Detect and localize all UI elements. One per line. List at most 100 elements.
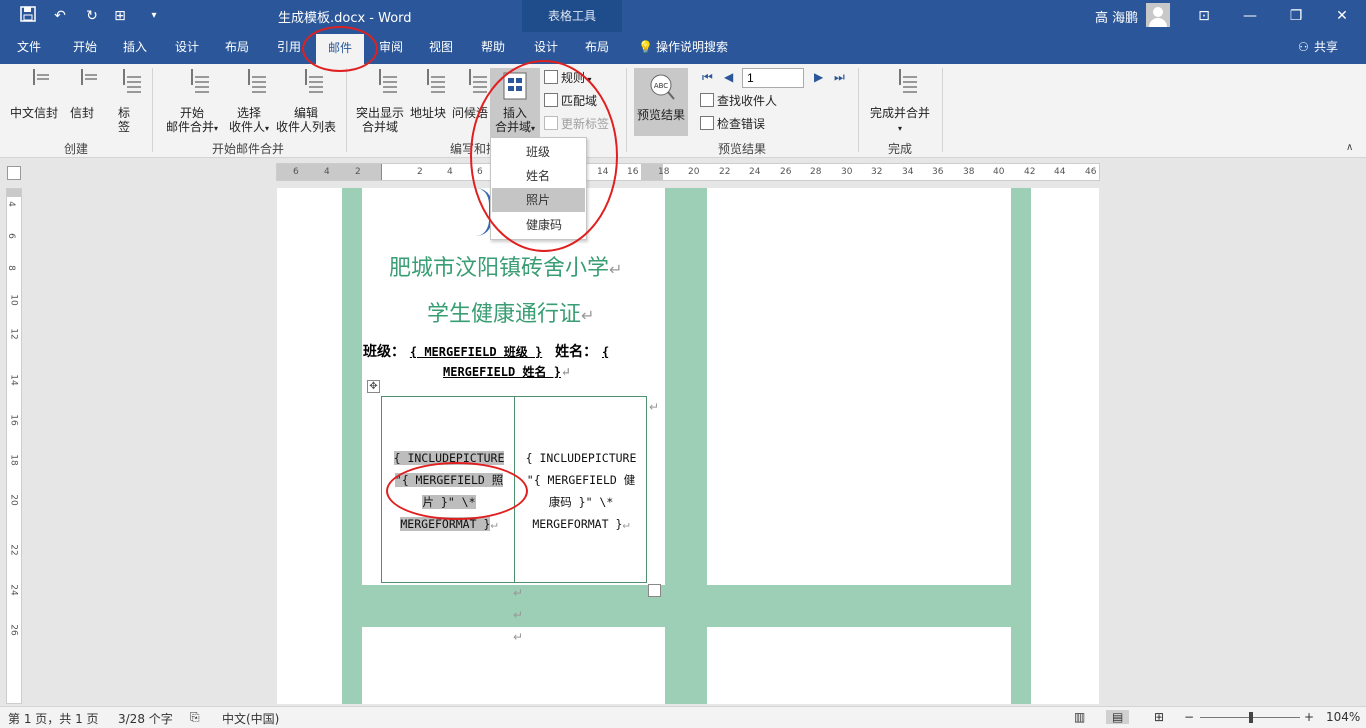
zoom-level[interactable]: 104% (1326, 710, 1360, 724)
zoom-slider-thumb[interactable] (1248, 712, 1253, 723)
match-fields-button[interactable]: 匹配域 (544, 91, 597, 111)
table-insert-icon[interactable]: ⊞ (110, 6, 130, 26)
web-layout-icon[interactable]: ⊞ (1154, 710, 1164, 724)
cn-envelope-button[interactable]: 中文信封 (6, 69, 62, 120)
menu-item-photo[interactable]: 照片 (492, 188, 585, 212)
end-of-row-mark: ↵ (649, 400, 660, 414)
ribbon: 中文信封 信封 标签 创建 开始 邮件合并▾ 选择 收件人▾ 编辑 收件人列表 … (0, 64, 1366, 158)
tab-help[interactable]: 帮助 (470, 32, 516, 64)
field-code-line: { INCLUDEPICTURE (393, 451, 505, 465)
undo-icon[interactable]: ↶ (50, 6, 70, 26)
highlight-merge-fields-button[interactable]: 突出显示 合并域 (354, 69, 406, 134)
customize-qat-icon[interactable]: ▾ (144, 6, 164, 26)
user-name[interactable]: 高 海鹏 (1095, 7, 1138, 26)
menu-item-health-code[interactable]: 健康码 (492, 213, 585, 237)
preview-results-button[interactable]: ABC 预览结果 (634, 68, 688, 136)
tab-layout[interactable]: 布局 (214, 32, 260, 64)
class-merge-field[interactable]: { MERGEFIELD 班级 } (410, 345, 542, 359)
avatar[interactable] (1146, 3, 1170, 27)
tab-review[interactable]: 审阅 (368, 32, 414, 64)
start-mail-merge-button[interactable]: 开始 邮件合并▾ (160, 69, 224, 136)
finish-merge-button[interactable]: 完成并合并 ▾ (866, 69, 934, 136)
tab-table-design[interactable]: 设计 (522, 32, 570, 64)
proofing-icon[interactable]: ⎘ (190, 710, 200, 725)
tab-mailings[interactable]: 邮件 (316, 34, 364, 64)
tab-design[interactable]: 设计 (164, 32, 210, 64)
title-bar: ↶ ↻ ⊞ ▾ 生成模板.docx - Word 表格工具 高 海鹏 ⊡ — ❐… (0, 0, 1366, 64)
ruler-number: 44 (1054, 167, 1066, 177)
record-number-input[interactable] (742, 68, 804, 88)
restore-button[interactable]: ❐ (1273, 0, 1319, 32)
paragraph-mark: ↵ (622, 517, 630, 531)
page-count[interactable]: 第 1 页，共 1 页 (8, 710, 99, 727)
tab-file[interactable]: 文件 (6, 32, 52, 64)
first-record-icon[interactable]: ⏮ (702, 70, 713, 85)
menu-item-class[interactable]: 班级 (492, 140, 585, 164)
ruler-number: 8 (5, 265, 16, 271)
print-layout-icon[interactable]: ▤ (1106, 710, 1130, 724)
language[interactable]: 中文(中国) (222, 710, 279, 727)
preview-abc-icon: ABC (646, 72, 676, 104)
name-merge-field-start[interactable]: { (602, 345, 609, 359)
envelope-button[interactable]: 信封 (64, 69, 100, 120)
ruler-number: 42 (1024, 167, 1036, 177)
previous-record-icon[interactable]: ◀ (724, 70, 733, 84)
zoom-in-icon[interactable]: + (1304, 710, 1314, 724)
tell-me-search[interactable]: 💡 操作说明搜索 (638, 32, 728, 64)
insert-field-label-2: 合并域 (494, 120, 531, 134)
update-labels-button[interactable]: 更新标签 (544, 114, 609, 134)
check-errors-button[interactable]: 检查错误 (700, 114, 765, 134)
highlight-label-2: 合并域 (361, 120, 398, 134)
tab-table-layout[interactable]: 布局 (574, 32, 620, 64)
field-code-line: "{ MERGEFIELD 照 (394, 473, 504, 487)
ruler-number: 6 (477, 167, 483, 177)
insert-merge-field-button[interactable]: 插入 合并域▾ (490, 68, 540, 138)
tab-home[interactable]: 开始 (62, 32, 108, 64)
find-recipient-button[interactable]: 查找收件人 (700, 91, 777, 111)
health-code-cell[interactable]: { INCLUDEPICTURE "{ MERGEFIELD 健 康码 }" \… (518, 447, 644, 535)
recipients-icon (234, 69, 264, 102)
update-labels-label: 更新标签 (561, 117, 610, 131)
labels-button[interactable]: 标签 (108, 69, 140, 134)
word-count[interactable]: 3/28 个字 (118, 710, 173, 727)
field-code-line: MERGEFORMAT } (532, 517, 623, 531)
minimize-button[interactable]: — (1227, 0, 1273, 32)
tab-view[interactable]: 视图 (418, 32, 464, 64)
table-move-handle-icon[interactable]: ✥ (367, 380, 380, 393)
document-page[interactable]: 肥城市汶阳镇砖舍小学↵ 学生健康通行证↵ 班级： { MERGEFIELD 班级… (277, 188, 1099, 704)
zoom-out-icon[interactable]: − (1184, 710, 1194, 724)
indent-marker[interactable] (381, 164, 382, 180)
menu-item-name[interactable]: 姓名 (492, 164, 585, 188)
ruler-number: 4 (324, 167, 330, 177)
rules-button[interactable]: 规则 ▾ (544, 68, 592, 88)
table-resize-handle[interactable] (648, 584, 661, 597)
last-record-icon[interactable]: ⏭ (834, 70, 845, 85)
photo-cell[interactable]: { INCLUDEPICTURE "{ MERGEFIELD 照 片 }" \*… (386, 447, 512, 535)
separator (942, 68, 943, 152)
edit-recipient-list-button[interactable]: 编辑 收件人列表 (274, 69, 338, 134)
share-button[interactable]: ⚇ 共享 (1298, 32, 1338, 64)
greeting-line-button[interactable]: 问候语 (450, 69, 490, 120)
tab-insert[interactable]: 插入 (112, 32, 158, 64)
tab-references[interactable]: 引用 (266, 32, 312, 64)
field-code-line: { INCLUDEPICTURE (525, 451, 637, 465)
paragraph-mark: ↵ (581, 306, 595, 325)
ruler-number: 34 (902, 167, 914, 177)
class-name-line: 班级： { MERGEFIELD 班级 } 姓名： { (363, 341, 609, 361)
select-recipients-button[interactable]: 选择 收件人▾ (224, 69, 274, 136)
ribbon-display-options-icon[interactable]: ⊡ (1181, 0, 1227, 32)
save-icon[interactable] (18, 6, 38, 26)
ruler-number: 36 (932, 167, 944, 177)
redo-icon[interactable]: ↻ (82, 6, 102, 26)
tab-selector[interactable] (7, 166, 21, 180)
chevron-down-icon: ▾ (265, 124, 270, 133)
next-record-icon[interactable]: ▶ (814, 70, 823, 84)
table-tools-label: 表格工具 (548, 9, 597, 23)
close-button[interactable]: ✕ (1319, 0, 1365, 32)
name-label: 姓名： (555, 344, 598, 360)
address-block-button[interactable]: 地址块 (408, 69, 448, 120)
collapse-ribbon-icon[interactable]: ∧ (1346, 142, 1353, 153)
name-merge-field[interactable]: MERGEFIELD 姓名 } (443, 365, 561, 379)
field-code-line: 康码 }" \* (548, 495, 614, 509)
read-mode-icon[interactable]: ▥ (1074, 710, 1085, 724)
